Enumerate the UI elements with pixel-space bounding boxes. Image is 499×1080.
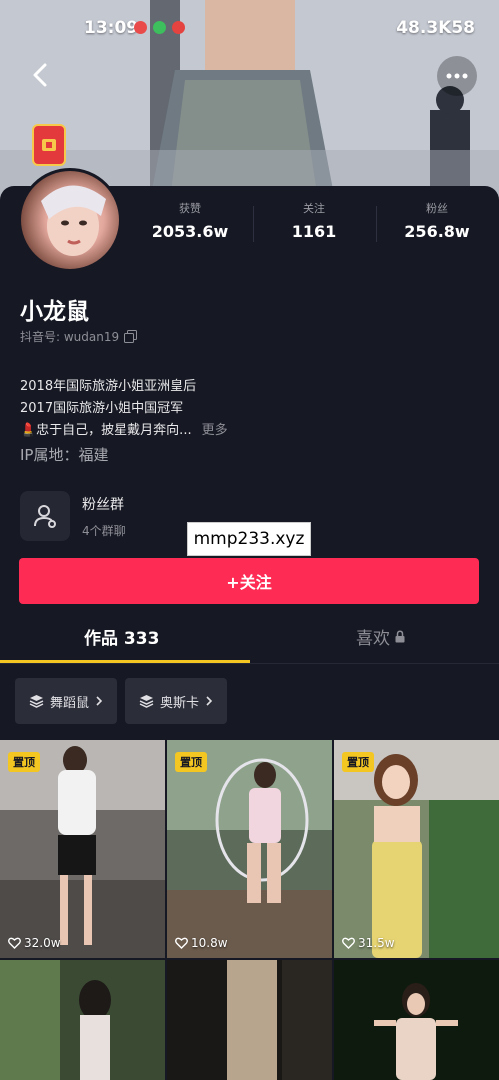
tab-likes-label: 喜欢	[356, 629, 390, 649]
network-speed: 48.3K58	[396, 18, 475, 38]
red-packet-button[interactable]	[32, 124, 66, 166]
video-tile[interactable]: 置顶 32.0w	[0, 740, 165, 958]
collection-label: 奥斯卡	[160, 695, 200, 711]
tab-works[interactable]: 作品 333	[84, 624, 159, 649]
ip-location: IP属地：福建	[20, 446, 109, 464]
more-button[interactable]	[437, 56, 477, 96]
fan-group-icon	[20, 491, 70, 541]
stat-following[interactable]: 关注 1161	[254, 200, 374, 241]
video-grid: 置顶 32.0w 置顶 10.8w 置顶 31.5w	[0, 740, 499, 1080]
heart-icon	[175, 937, 188, 949]
heart-icon	[8, 937, 21, 949]
video-tile[interactable]	[0, 960, 165, 1080]
content-tabs: 作品 333 喜欢	[0, 614, 499, 664]
collection-icon	[139, 695, 154, 708]
video-thumbnail	[334, 740, 499, 958]
douyin-id[interactable]: 抖音号: wudan19	[20, 328, 138, 345]
video-tile[interactable]	[167, 960, 332, 1080]
stat-likes[interactable]: 获赞 2053.6w	[130, 200, 250, 241]
video-likes: 10.8w	[175, 936, 228, 950]
video-likes: 31.5w	[342, 936, 395, 950]
video-thumbnail	[0, 740, 165, 958]
video-tile[interactable]: 置顶 10.8w	[167, 740, 332, 958]
more-icon	[446, 73, 468, 79]
video-thumbnail	[334, 960, 499, 1080]
video-thumbnail	[167, 960, 332, 1080]
back-button[interactable]	[24, 58, 58, 92]
tab-indicator	[0, 660, 250, 663]
chevron-right-icon	[206, 696, 213, 706]
douyin-id-text: 抖音号: wudan19	[20, 330, 120, 344]
back-arrow-icon	[33, 63, 47, 87]
bio-line: 💄忠于自己，披星戴月奔向...	[20, 423, 192, 438]
red-packet-icon	[42, 139, 56, 151]
profile-card: 获赞 2053.6w 关注 1161 粉丝 256.8w 小龙鼠 抖音号: wu…	[0, 168, 499, 656]
collection-icon	[29, 695, 44, 708]
bio: 2018年国际旅游小姐亚洲皇后 2017国际旅游小姐中国冠军 💄忠于自己，披星戴…	[20, 376, 228, 442]
collection-chip[interactable]: 奥斯卡	[125, 678, 228, 724]
stat-followers[interactable]: 粉丝 256.8w	[377, 200, 497, 241]
bio-line-last: 💄忠于自己，披星戴月奔向... 更多	[20, 420, 228, 442]
stat-label: 粉丝	[426, 202, 448, 215]
follow-button[interactable]: +关注	[19, 558, 479, 604]
collections-row: 舞蹈鼠 奥斯卡	[15, 678, 228, 724]
pinned-badge: 置顶	[342, 752, 374, 772]
nickname: 小龙鼠	[20, 299, 89, 325]
watermark-label: mmp233.xyz	[187, 522, 311, 556]
stat-value: 256.8w	[404, 222, 470, 241]
wechat-icon	[153, 21, 166, 34]
pinned-badge: 置顶	[175, 752, 207, 772]
video-likes-count: 31.5w	[358, 936, 395, 950]
bio-line: 2018年国际旅游小姐亚洲皇后	[20, 379, 197, 394]
stat-value: 1161	[291, 222, 337, 241]
stat-value: 2053.6w	[151, 222, 229, 241]
avatar-photo	[41, 185, 106, 256]
fan-group-subtitle: 4个群聊	[82, 523, 126, 538]
bio-more-link[interactable]: 更多	[202, 423, 228, 438]
status-icons	[134, 21, 185, 34]
lock-icon	[395, 630, 405, 643]
pinned-badge: 置顶	[8, 752, 40, 772]
video-thumbnail	[0, 960, 165, 1080]
stat-label: 关注	[303, 202, 325, 215]
weibo-icon	[172, 21, 185, 34]
collection-label: 舞蹈鼠	[50, 695, 90, 711]
video-likes-count: 10.8w	[191, 936, 228, 950]
profile-stats: 获赞 2053.6w 关注 1161 粉丝 256.8w	[130, 186, 499, 254]
notification-icon	[134, 21, 147, 34]
video-thumbnail	[167, 740, 332, 958]
profile-page: 13:09 48.3K58 获赞 2053.6w 关注 1161 粉丝 256.…	[0, 0, 499, 1080]
fan-group-title: 粉丝群	[82, 496, 124, 513]
fan-group-text: 粉丝群 4个群聊	[82, 494, 126, 539]
status-bar: 13:09 48.3K58	[0, 14, 499, 44]
video-tile[interactable]: 置顶 31.5w	[334, 740, 499, 958]
copy-icon	[124, 330, 138, 343]
video-likes-count: 32.0w	[24, 936, 61, 950]
bio-line: 2017国际旅游小姐中国冠军	[20, 401, 184, 416]
video-likes: 32.0w	[8, 936, 61, 950]
collection-chip[interactable]: 舞蹈鼠	[15, 678, 118, 724]
avatar[interactable]	[18, 168, 122, 272]
status-time: 13:09	[84, 18, 139, 38]
people-icon	[34, 505, 56, 528]
chevron-right-icon	[96, 696, 103, 706]
heart-icon	[342, 937, 355, 949]
stat-label: 获赞	[179, 202, 201, 215]
video-tile[interactable]	[334, 960, 499, 1080]
tab-likes[interactable]: 喜欢	[356, 624, 406, 649]
fan-group-entry[interactable]: 粉丝群 4个群聊	[20, 490, 126, 542]
